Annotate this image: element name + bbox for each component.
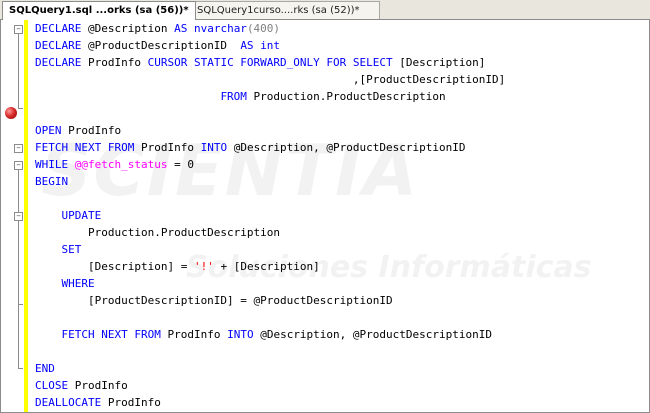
sql-keyword: END (35, 362, 55, 375)
code-line[interactable] (35, 309, 505, 326)
sql-keyword: AS (174, 22, 188, 35)
code-token: ProdInfo (134, 141, 201, 154)
sql-system-function: @@fetch_status (74, 158, 168, 171)
code-token: ProdInfo (101, 396, 161, 409)
sql-keyword: DEALLOCATE (35, 396, 102, 409)
sql-keyword: UPDATE (61, 209, 102, 222)
sql-keyword: BEGIN (35, 175, 69, 188)
code-token: @Description, @ProductDescriptionID (253, 328, 492, 341)
sql-keyword: DECLARE (35, 56, 82, 69)
code-token: Production.ProductDescription (35, 226, 281, 239)
code-token: Production.ProductDescription (246, 90, 446, 103)
sql-keyword: INTO (227, 328, 254, 341)
sql-string-literal: '!' (193, 260, 214, 273)
code-token: [ProductDescriptionID] = @ProductDescrip… (35, 294, 393, 307)
collapse-icon[interactable]: − (14, 161, 23, 170)
outline-end (18, 304, 23, 305)
sql-keyword: AS (240, 39, 254, 52)
sql-keyword: OPEN (35, 124, 62, 137)
code-line[interactable]: FETCH NEXT FROM ProdInfo INTO @Descripti… (35, 139, 505, 156)
code-line[interactable]: DECLARE ProdInfo CURSOR STATIC FORWARD_O… (35, 54, 505, 71)
sql-keyword: CURSOR STATIC FORWARD_ONLY FOR SELECT (147, 56, 393, 69)
breakpoint-icon[interactable] (5, 107, 17, 119)
sql-keyword: CLOSE (35, 379, 69, 392)
code-line[interactable]: FETCH NEXT FROM ProdInfo INTO @Descripti… (35, 326, 505, 343)
code-line[interactable] (35, 190, 505, 207)
code-token: @Description, @ProductDescriptionID (227, 141, 466, 154)
code-line[interactable] (35, 343, 505, 360)
code-line[interactable]: FROM Production.ProductDescription (35, 88, 505, 105)
code-line[interactable]: OPEN ProdInfo (35, 122, 505, 139)
sql-keyword: FROM (220, 90, 247, 103)
code-token: + [Description] (213, 260, 320, 273)
sql-editor[interactable]: SCIENTIA Soluciones Informáticas − − − −… (0, 20, 650, 413)
code-line[interactable]: BEGIN (35, 173, 505, 190)
code-line[interactable]: DECLARE @Description AS nvarchar(400) (35, 20, 505, 37)
sql-keyword: FETCH NEXT FROM (35, 141, 135, 154)
code-token: ProdInfo (61, 124, 122, 137)
outline-end (18, 368, 23, 369)
tab-sqlquery1[interactable]: SQLQuery1.sql ...orks (sa (56))* (2, 1, 196, 20)
code-line[interactable]: UPDATE (35, 207, 505, 224)
code-token: @ProductDescriptionID (81, 39, 241, 52)
sql-keyword: int (260, 39, 281, 52)
code-token: [Description] = (35, 260, 194, 273)
code-token: ProdInfo (81, 56, 148, 69)
editor-gutter[interactable]: − − − − (1, 20, 24, 412)
code-token: ProdInfo (160, 328, 228, 341)
code-token: (400) (246, 22, 281, 35)
outline-line (18, 34, 19, 108)
sql-keyword: SET (61, 243, 82, 256)
collapse-icon[interactable]: − (14, 25, 23, 34)
code-area[interactable]: DECLARE @Description AS nvarchar(400) DEC… (35, 20, 505, 411)
tab-sqlquery1cursor[interactable]: SQLQuery1curso....rks (sa (52))* (190, 1, 380, 19)
code-token: ProdInfo (68, 379, 128, 392)
code-line[interactable]: [ProductDescriptionID] = @ProductDescrip… (35, 292, 505, 309)
sql-keyword: nvarchar (193, 22, 247, 35)
collapse-icon[interactable]: − (14, 144, 23, 153)
code-line[interactable]: END (35, 360, 505, 377)
code-token: [Description] (392, 56, 486, 69)
code-line[interactable]: CLOSE ProdInfo (35, 377, 505, 394)
code-line[interactable]: DEALLOCATE ProdInfo (35, 394, 505, 411)
sql-keyword: INTO (200, 141, 228, 154)
sql-keyword: WHERE (61, 277, 95, 290)
outline-line (18, 221, 19, 304)
sql-keyword: FETCH NEXT FROM (61, 328, 161, 341)
code-token: = 0 (167, 158, 194, 171)
code-line[interactable]: DECLARE @ProductDescriptionID AS int (35, 37, 505, 54)
sql-keyword: WHILE (35, 158, 69, 171)
code-line[interactable]: SET (35, 241, 505, 258)
outline-end (18, 108, 23, 109)
document-tab-bar: SQLQuery1.sql ...orks (sa (56))* SQLQuer… (0, 0, 650, 20)
code-line[interactable]: WHILE @@fetch_status = 0 (35, 156, 505, 173)
query-editor-window: SQLQuery1.sql ...orks (sa (56))* SQLQuer… (0, 0, 650, 413)
code-token: ,[ProductDescriptionID] (35, 73, 506, 86)
code-line[interactable] (35, 105, 505, 122)
code-line[interactable]: [Description] = '!' + [Description] (35, 258, 505, 275)
code-token: @Description (81, 22, 175, 35)
code-line[interactable]: ,[ProductDescriptionID] (35, 71, 505, 88)
change-tracking-bar (24, 20, 28, 412)
sql-keyword: DECLARE (35, 22, 82, 35)
code-line[interactable]: WHERE (35, 275, 505, 292)
code-line[interactable]: Production.ProductDescription (35, 224, 505, 241)
collapse-icon[interactable]: − (14, 212, 23, 221)
sql-keyword: DECLARE (35, 39, 82, 52)
